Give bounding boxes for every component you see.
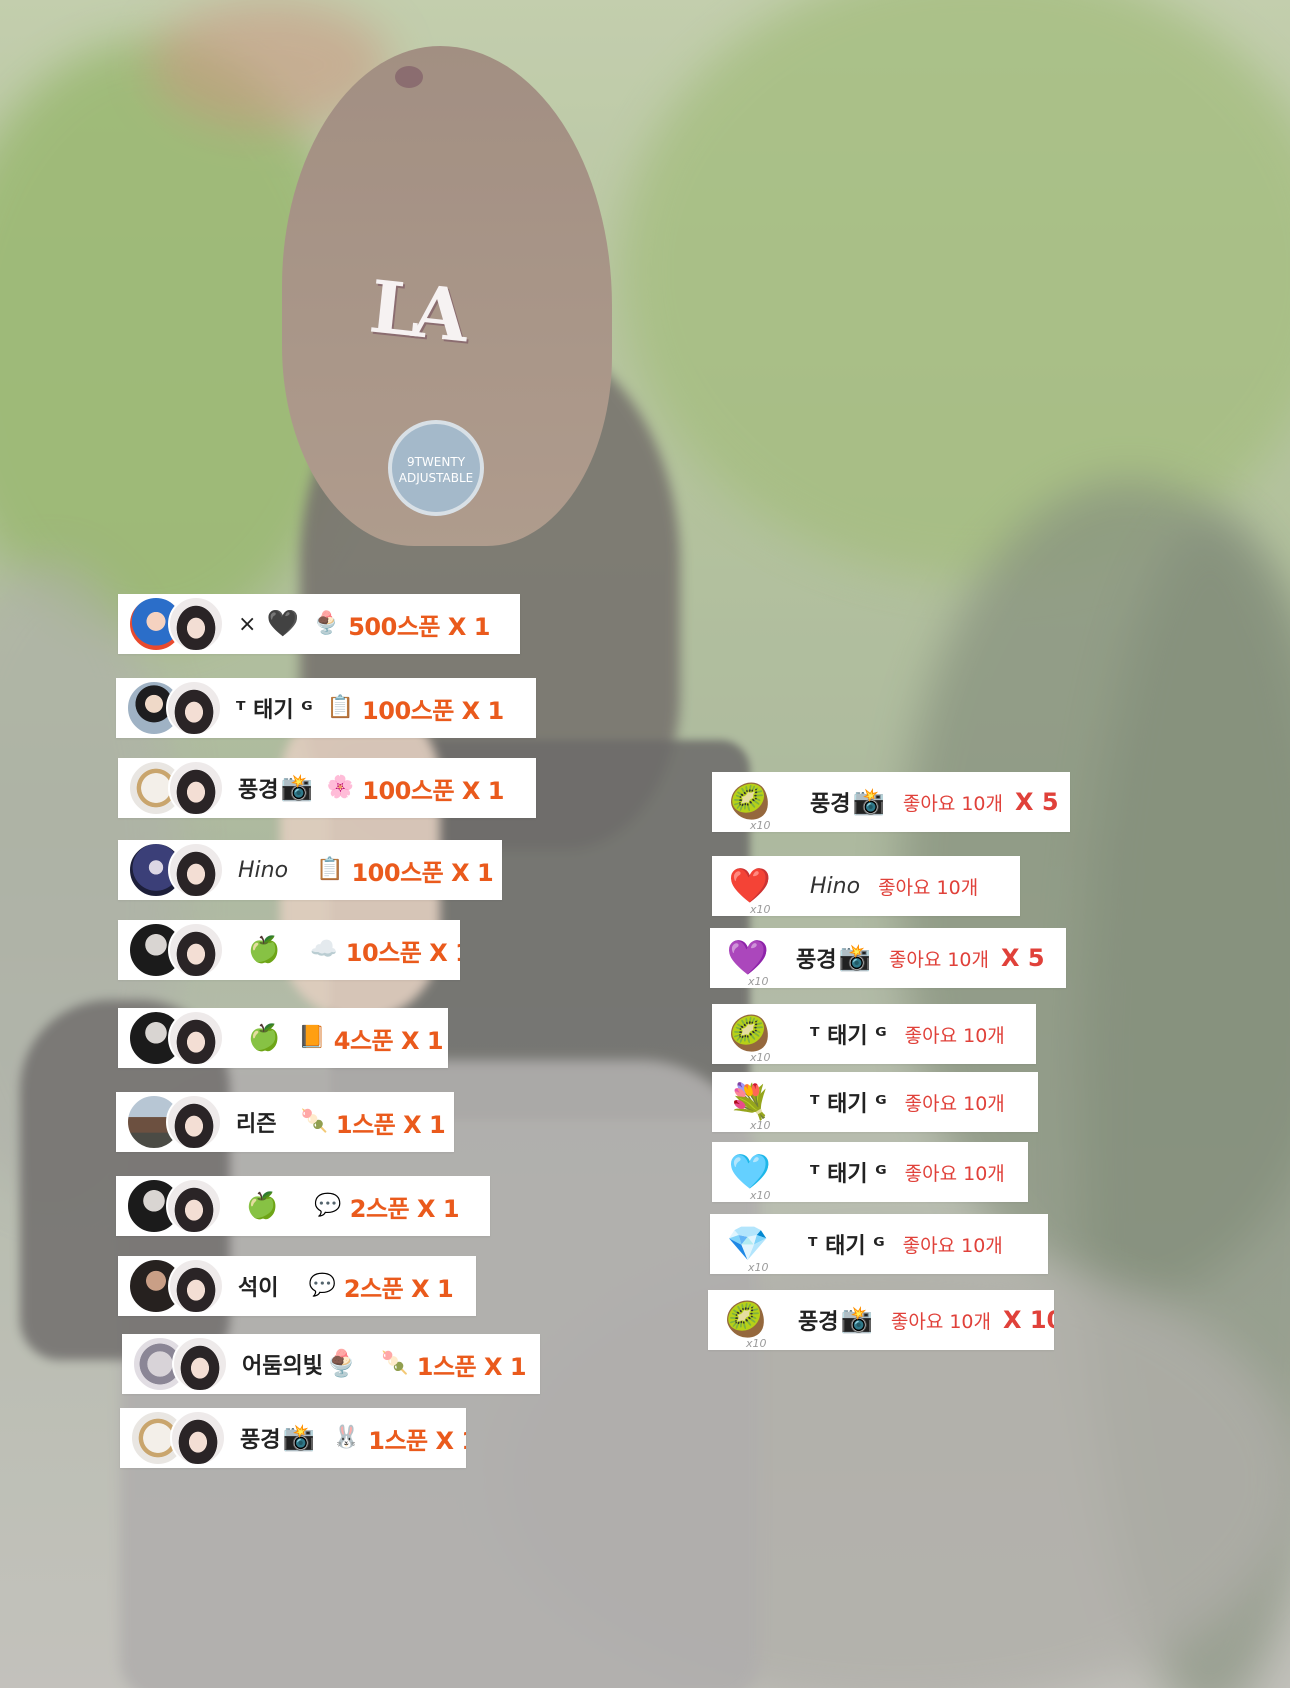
sender-name: 리즌 bbox=[236, 1112, 277, 1137]
spoon-gift-item: 풍경 📸 🌸 100스푼 X 1 bbox=[118, 758, 536, 818]
spoon-gift-item: ᵀ 태기 ᴳ 📋 100스푼 X 1 bbox=[116, 678, 536, 738]
like-gift-item: 💐 x10 ᵀ 태기 ᴳ 좋아요 10개 bbox=[712, 1072, 1038, 1132]
like-gift-item: 🩵 x10 ᵀ 태기 ᴳ 좋아요 10개 bbox=[712, 1142, 1028, 1202]
gift-icon: 🌸 bbox=[326, 775, 355, 800]
likes-count: 좋아요 10개 bbox=[904, 1024, 1005, 1047]
like-gift-item: 💜 x10 풍경 📸 좋아요 10개 X 5 bbox=[710, 928, 1066, 988]
multiplier: X 5 bbox=[1001, 944, 1045, 972]
ice-cream-icon: 🍨 bbox=[324, 1349, 358, 1379]
spoon-amount: 1스푼 X 1 bbox=[335, 1110, 446, 1139]
likes-count: 좋아요 10개 bbox=[888, 948, 989, 971]
sender-emoji: 🖤 bbox=[266, 609, 299, 639]
multiplier: X 5 bbox=[1015, 788, 1059, 816]
flower-heart-sticker: 💐 x10 bbox=[728, 1082, 772, 1132]
sender-name: ᵀ 태기 ᴳ bbox=[808, 1234, 885, 1259]
spoon-gift-item: 풍경 📸 🐰 1스푼 X 1 bbox=[120, 1408, 466, 1468]
like-gift-item: ❤️ x10 Hino 좋아요 10개 bbox=[712, 856, 1020, 916]
host-avatar[interactable] bbox=[168, 596, 224, 652]
gift-icon: 📙 bbox=[298, 1025, 326, 1050]
spoon-amount: 2스푼 X 1 bbox=[343, 1274, 454, 1303]
gift-icon: 💬 bbox=[314, 1193, 342, 1218]
camera-icon: 📸 bbox=[852, 787, 885, 817]
camera-icon: 📸 bbox=[282, 1423, 315, 1453]
gift-icon: 🐰 bbox=[332, 1425, 361, 1450]
host-avatar[interactable] bbox=[170, 1410, 226, 1466]
camera-icon: 📸 bbox=[280, 773, 313, 803]
host-avatar[interactable] bbox=[168, 922, 224, 978]
spoon-gift-item: 석이 💬 2스푼 X 1 bbox=[118, 1256, 476, 1316]
sender-name: 석이 bbox=[238, 1276, 279, 1301]
spoon-gift-item: 🍏 💬 2스푼 X 1 bbox=[116, 1176, 490, 1236]
likes-count: 좋아요 10개 bbox=[902, 792, 1003, 815]
likes-count: 좋아요 10개 bbox=[904, 1162, 1005, 1185]
sender-name: 어둠의빛 bbox=[242, 1354, 323, 1379]
sender-name: ᵀ 태기 ᴳ bbox=[236, 698, 313, 723]
spoon-gift-item: × 🖤 🍨 500스푼 X 1 bbox=[118, 594, 520, 654]
likes-count: 좋아요 10개 bbox=[890, 1310, 991, 1333]
spoon-gift-item: 리즌 🍡 1스푼 X 1 bbox=[116, 1092, 454, 1152]
spoon-gift-item: 어둠의빛 🍨 🍡 1스푼 X 1 bbox=[122, 1334, 540, 1394]
apple-icon: 🍏 bbox=[248, 1023, 281, 1053]
spoon-amount: 2스푼 X 1 bbox=[349, 1194, 460, 1223]
gift-icon: 🍡 bbox=[381, 1351, 409, 1376]
spoon-amount: 100스푼 X 1 bbox=[362, 776, 504, 805]
gift-icon: ☁️ bbox=[310, 937, 338, 962]
sender-name: 풍경 bbox=[810, 792, 851, 817]
spoon-amount: 4스푼 X 1 bbox=[333, 1026, 444, 1055]
spoon-amount: 10스푼 X 1 bbox=[345, 938, 460, 967]
sender-name: 풍경 bbox=[238, 778, 279, 803]
apple-icon: 🍏 bbox=[248, 935, 281, 965]
sender-name: 풍경 bbox=[798, 1310, 839, 1335]
gift-icon: 📋 bbox=[326, 695, 355, 720]
purple-heart-sticker: 💜 x10 bbox=[726, 938, 770, 988]
host-avatar[interactable] bbox=[168, 1258, 224, 1314]
camera-icon: 📸 bbox=[840, 1305, 873, 1335]
spoon-amount: 100스푼 X 1 bbox=[362, 696, 504, 725]
spoon-amount: 100스푼 X 1 bbox=[351, 858, 494, 887]
kiwi-heart-sticker: 🥝 x10 bbox=[724, 1300, 768, 1350]
host-avatar[interactable] bbox=[166, 1094, 222, 1150]
like-gift-item: 🥝 x10 ᵀ 태기 ᴳ 좋아요 10개 bbox=[712, 1004, 1036, 1064]
host-avatar[interactable] bbox=[166, 1178, 222, 1234]
spoon-amount: 500스푼 X 1 bbox=[348, 612, 490, 641]
host-avatar[interactable] bbox=[168, 760, 224, 816]
sender-name: 풍경 bbox=[796, 948, 837, 973]
host-avatar[interactable] bbox=[172, 1336, 228, 1392]
sender-name: 풍경 bbox=[240, 1428, 281, 1453]
gift-icon: 📋 bbox=[316, 857, 344, 882]
host-avatar[interactable] bbox=[168, 842, 224, 898]
spoon-amount: 1스푼 X 1 bbox=[368, 1426, 466, 1455]
likes-count: 좋아요 10개 bbox=[878, 876, 979, 899]
sender-name: × bbox=[238, 611, 257, 637]
gift-icon: 🍡 bbox=[300, 1109, 328, 1134]
heart-ribbon-sticker: ❤️ x10 bbox=[728, 866, 772, 916]
crystal-heart-sticker: 💎 x10 bbox=[726, 1224, 770, 1274]
sender-name: ᵀ 태기 ᴳ bbox=[810, 1092, 887, 1117]
spoon-amount: 1스푼 X 1 bbox=[416, 1352, 527, 1381]
spoon-gift-item: Hino 📋 100스푼 X 1 bbox=[118, 840, 502, 900]
spoon-gift-item: 🍏 📙 4스푼 X 1 bbox=[118, 1008, 448, 1068]
camera-icon: 📸 bbox=[838, 943, 871, 973]
multiplier: X 10 bbox=[1003, 1306, 1054, 1334]
gift-icon: 🍨 bbox=[312, 611, 341, 636]
sender-name: Hino bbox=[810, 873, 861, 899]
blue-heart-sticker: 🩵 x10 bbox=[728, 1152, 772, 1202]
likes-count: 좋아요 10개 bbox=[904, 1092, 1005, 1115]
gift-icon: 💬 bbox=[308, 1273, 336, 1298]
apple-icon: 🍏 bbox=[246, 1191, 279, 1221]
like-gift-item: 🥝 x10 풍경 📸 좋아요 10개 X 5 bbox=[712, 772, 1070, 832]
like-gift-item: 💎 x10 ᵀ 태기 ᴳ 좋아요 10개 bbox=[710, 1214, 1048, 1274]
sender-name: ᵀ 태기 ᴳ bbox=[810, 1024, 887, 1049]
host-avatar[interactable] bbox=[168, 1010, 224, 1066]
likes-count: 좋아요 10개 bbox=[902, 1234, 1003, 1257]
sender-name: Hino bbox=[238, 857, 289, 883]
kiwi-heart-sticker: 🥝 x10 bbox=[728, 782, 772, 832]
spoon-gift-item: 🍏 ☁️ 10스푼 X 1 bbox=[118, 920, 460, 980]
like-gift-item: 🥝x10 풍경 📸 좋아요 10개 X 10 bbox=[708, 1290, 1054, 1350]
host-avatar[interactable] bbox=[166, 680, 222, 736]
sender-name: ᵀ 태기 ᴳ bbox=[810, 1162, 887, 1187]
kiwi-heart-sticker: 🥝 x10 bbox=[728, 1014, 772, 1064]
